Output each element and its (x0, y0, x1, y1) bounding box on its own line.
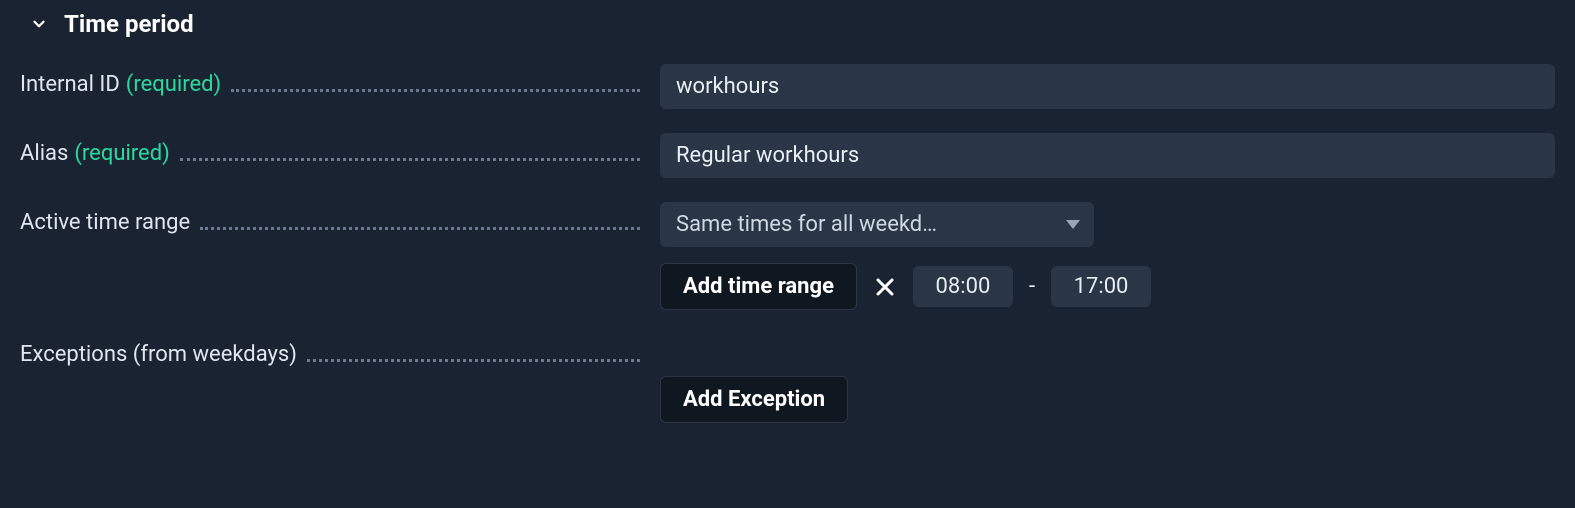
label-active-time-range: Active time range (20, 202, 640, 235)
required-badge: (required) (126, 72, 221, 97)
label-internal-id: Internal ID (required) (20, 64, 640, 97)
label-exceptions: Exceptions (from weekdays) (20, 334, 640, 367)
time-to-input[interactable]: 17:00 (1051, 266, 1151, 307)
label-text: Alias (20, 141, 68, 166)
time-period-panel: Time period Internal ID (required) Alias… (0, 0, 1575, 467)
triangle-down-icon (1066, 220, 1080, 229)
active-time-range-select[interactable]: Same times for all weekd… (660, 202, 1094, 247)
row-exceptions: Exceptions (from weekdays) Add Exception (20, 334, 1555, 423)
alias-input[interactable] (660, 133, 1555, 178)
select-display-text: Same times for all weekd… (676, 212, 1054, 237)
section-title: Time period (64, 10, 194, 38)
add-exception-button[interactable]: Add Exception (660, 376, 848, 423)
internal-id-input[interactable] (660, 64, 1555, 109)
required-badge: (required) (74, 141, 169, 166)
row-internal-id: Internal ID (required) (20, 64, 1555, 109)
label-text: Exceptions (from weekdays) (20, 342, 297, 367)
dotted-leader (180, 143, 640, 165)
remove-time-range-icon[interactable] (871, 273, 899, 301)
time-separator: - (1027, 274, 1037, 299)
row-alias: Alias (required) (20, 133, 1555, 178)
add-time-range-button[interactable]: Add time range (660, 263, 857, 310)
time-range-controls: Add time range 08:00 - 17:00 (660, 263, 1555, 310)
dotted-leader (200, 212, 640, 234)
dotted-leader (231, 74, 640, 96)
row-active-time-range: Active time range Same times for all wee… (20, 202, 1555, 310)
section-header[interactable]: Time period (20, 10, 1555, 38)
time-from-input[interactable]: 08:00 (913, 266, 1013, 307)
chevron-down-icon (28, 13, 50, 35)
label-text: Active time range (20, 210, 190, 235)
label-alias: Alias (required) (20, 133, 640, 166)
label-text: Internal ID (20, 72, 120, 97)
dotted-leader (307, 344, 640, 366)
